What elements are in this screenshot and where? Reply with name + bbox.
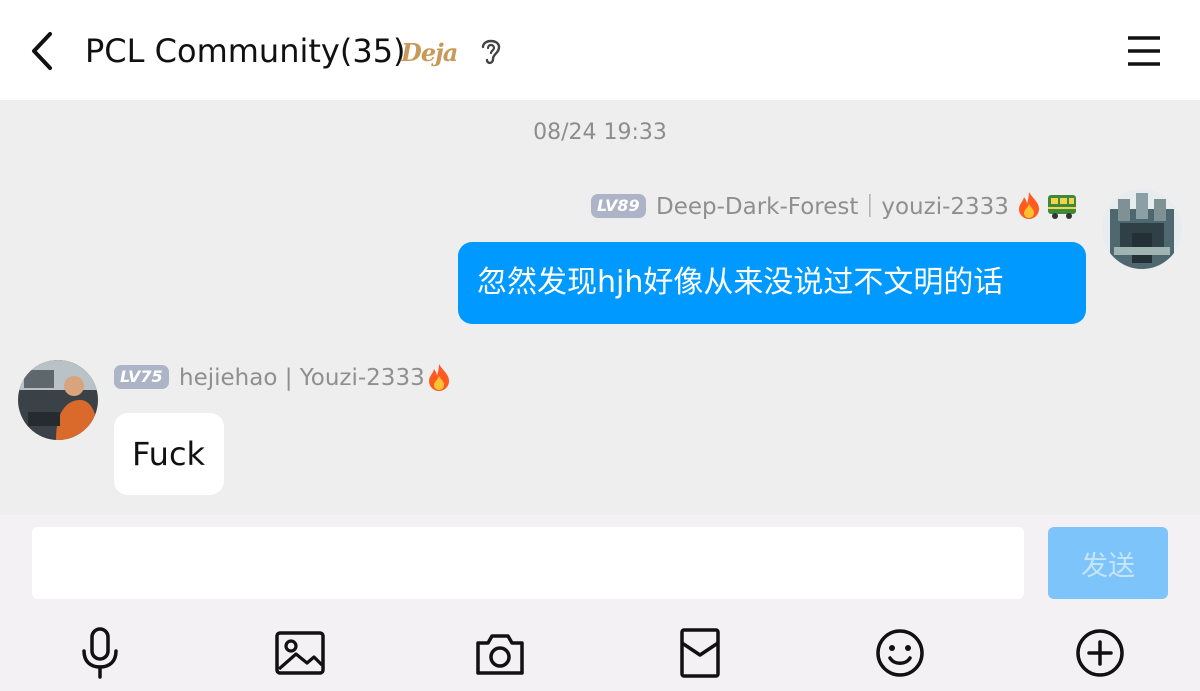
person-avatar-icon (18, 360, 98, 440)
image-icon[interactable] (272, 625, 328, 681)
chevron-left-icon[interactable] (24, 28, 64, 74)
train-icon (1048, 195, 1076, 219)
ear-icon[interactable] (477, 34, 505, 68)
level-badge: LV75 (114, 365, 169, 389)
chat-title[interactable]: PCL Community(35) (85, 31, 406, 71)
message-input[interactable] (32, 527, 1024, 599)
avatar[interactable] (18, 360, 98, 440)
message-timestamp: 08/24 19:33 (533, 120, 667, 145)
avatar[interactable] (1102, 189, 1182, 269)
emoji-icon[interactable] (872, 625, 928, 681)
red-packet-icon[interactable] (672, 625, 728, 681)
castle-avatar-icon (1102, 189, 1182, 269)
composer: 发送 (0, 515, 1200, 691)
incoming-message-bubble[interactable]: Fuck (114, 413, 224, 495)
hamburger-menu-icon[interactable] (1124, 34, 1164, 68)
sender-name[interactable]: hejiehao | Youzi-2333 (179, 363, 425, 393)
fire-icon (1019, 192, 1039, 219)
deja-badge: Deja (401, 38, 458, 67)
sender-name[interactable]: Deep-Dark-Forest｜youzi-2333 (656, 192, 1009, 222)
microphone-icon[interactable] (72, 625, 128, 681)
chat-header: PCL Community(35) Deja (0, 0, 1200, 100)
level-badge: LV89 (591, 194, 646, 218)
send-button[interactable]: 发送 (1048, 527, 1168, 599)
camera-icon[interactable] (472, 625, 528, 681)
fire-icon (429, 364, 449, 391)
message-list[interactable]: 08/24 19:33 LV89 Deep-Dark-Forest｜youzi-… (0, 100, 1200, 515)
outgoing-message-bubble[interactable]: 忽然发现hjh好像从来没说过不文明的话 (458, 242, 1086, 324)
plus-circle-icon[interactable] (1072, 625, 1128, 681)
